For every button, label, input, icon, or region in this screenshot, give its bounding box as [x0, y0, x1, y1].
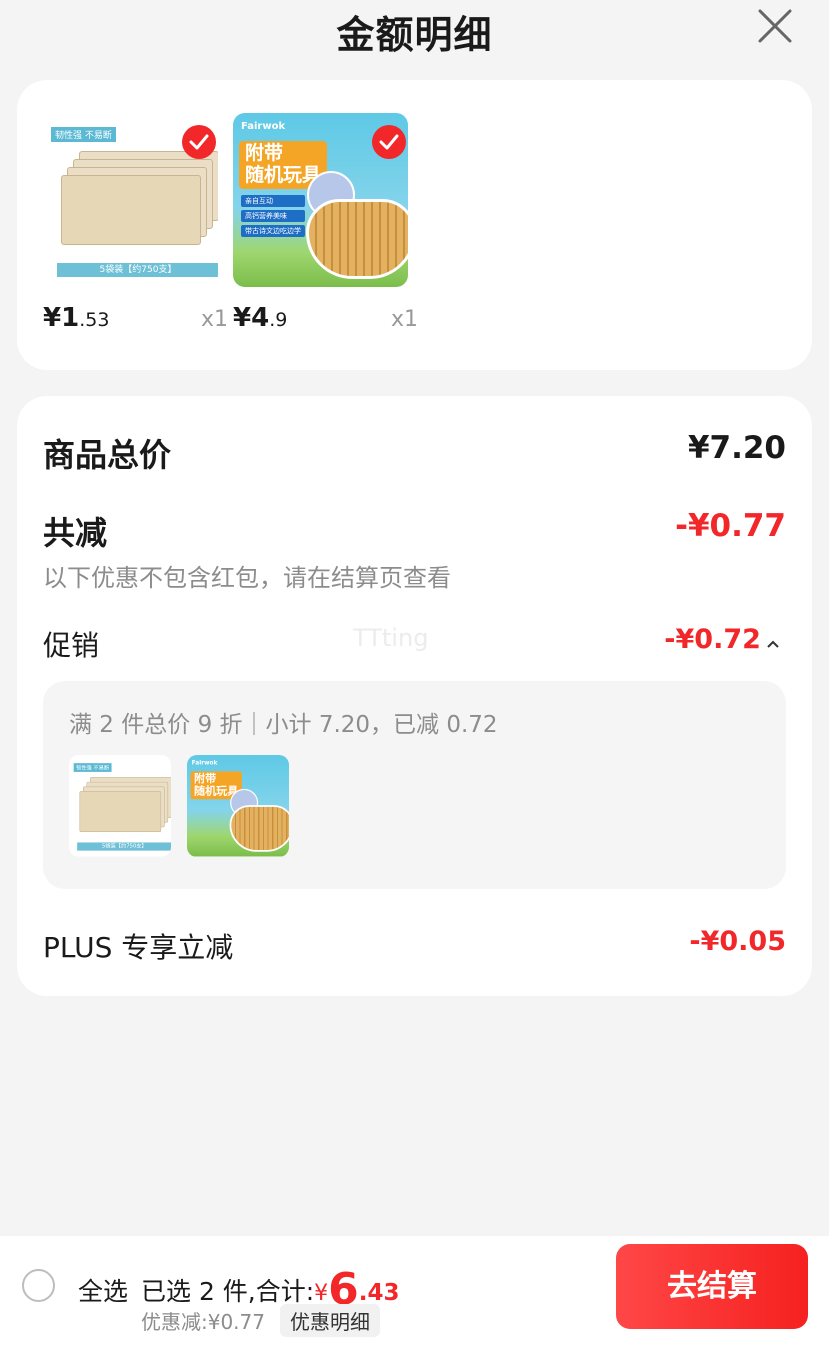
price-detail-card: 商品总价 ¥7.20 共减 -¥0.77 以下优惠不包含红包，请在结算页查看 T… — [17, 396, 812, 996]
page-title: 金额明细 — [336, 13, 493, 57]
watermark: TTting — [353, 624, 429, 652]
total-label: 商品总价 — [43, 436, 172, 474]
product-price: ¥4.9 — [233, 303, 288, 333]
radio-icon[interactable] — [22, 1269, 55, 1302]
product-qty: x1 — [200, 307, 228, 332]
bottom-bar: 全选 已选 2 件,合计:¥6.43 优惠减:¥0.77 优惠明细 去结算 — [0, 1236, 829, 1347]
product-price-row: ¥4.9 x1 — [233, 303, 418, 343]
discount-note: 以下优惠不包含红包，请在结算页查看 — [43, 564, 451, 592]
total-value: ¥7.20 — [687, 430, 786, 466]
total-currency: ¥ — [314, 1281, 329, 1306]
product-badge: Fairwok — [241, 121, 286, 132]
close-icon[interactable] — [757, 8, 793, 44]
header: 金额明细 — [0, 0, 829, 60]
promo-detail-box: 满 2 件总价 9 折｜小计 7.20，已减 0.72 韧性强 不易断 5袋装【… — [43, 681, 786, 889]
product-image[interactable]: Fairwok 附带 随机玩具 亲自互动 高钙营养美味 带古诗文边吃边学 — [233, 113, 408, 287]
product-image[interactable]: 韧性强 不易断 5袋装【约750支】 — [43, 113, 218, 287]
product-item[interactable]: Fairwok 附带 随机玩具 亲自互动 高钙营养美味 带古诗文边吃边学 ¥4.9 … — [233, 113, 418, 333]
checkout-button[interactable]: 去结算 — [616, 1244, 808, 1329]
selected-count-text: 已选 2 件,合计: — [141, 1277, 315, 1306]
check-icon[interactable] — [372, 125, 406, 159]
plus-label: PLUS 专享立减 — [43, 931, 234, 964]
discount-detail-button[interactable]: 优惠明细 — [280, 1304, 380, 1337]
plus-value: -¥0.05 — [689, 926, 786, 957]
products-card: 韧性强 不易断 5袋装【约750支】 ¥1.53 x1 Fairwok 附带 随… — [17, 80, 812, 370]
product-item[interactable]: 韧性强 不易断 5袋装【约750支】 ¥1.53 x1 — [43, 113, 228, 333]
product-price: ¥1.53 — [43, 303, 110, 333]
promo-value: -¥0.72 — [664, 624, 761, 655]
product-badge: 韧性强 不易断 — [51, 127, 116, 142]
caret-up-icon[interactable] — [766, 634, 786, 653]
check-icon[interactable] — [182, 125, 216, 159]
select-all-label[interactable]: 全选 — [78, 1272, 128, 1308]
promo-description: 满 2 件总价 9 折｜小计 7.20，已减 0.72 — [69, 712, 498, 738]
promo-product-thumb[interactable]: 韧性强 不易断 5袋装【约750支】 — [69, 755, 171, 857]
discount-label: 共减 — [43, 514, 108, 552]
saving-text: 优惠减:¥0.77 — [141, 1310, 265, 1334]
product-band: 5袋装【约750支】 — [57, 263, 218, 277]
promo-value-group[interactable]: -¥0.72 — [664, 624, 786, 655]
promo-product-thumb[interactable]: Fairwok 附带 随机玩具 — [187, 755, 289, 857]
discount-value: -¥0.77 — [675, 508, 786, 544]
product-qty: x1 — [390, 307, 418, 332]
product-price-row: ¥1.53 x1 — [43, 303, 228, 343]
total-amount-dec: .43 — [358, 1280, 400, 1306]
promo-label: 促销 — [43, 629, 100, 662]
